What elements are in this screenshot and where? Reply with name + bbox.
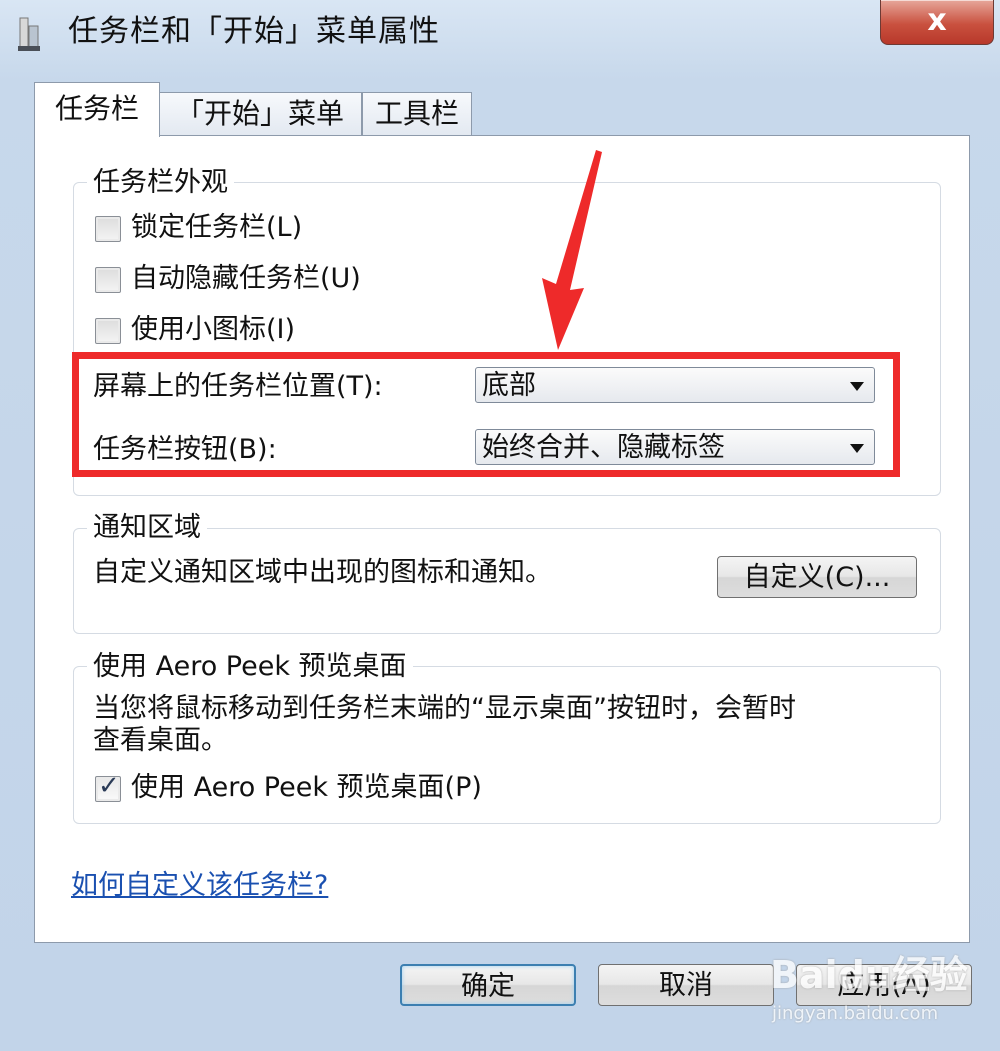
aero-peek-description-line1: 当您将鼠标移动到任务栏末端的“显示桌面”按钮时，会暂时: [93, 693, 796, 724]
tab-toolbars[interactable]: 工具栏: [362, 92, 472, 135]
checkmark-icon: ✓: [98, 771, 120, 801]
taskbar-properties-icon: [18, 17, 40, 51]
aero-peek-description-line2: 查看桌面。: [93, 725, 228, 756]
aero-peek-checkbox-label[interactable]: 使用 Aero Peek 预览桌面(P): [131, 771, 482, 805]
tab-start-menu[interactable]: 「开始」菜单: [158, 92, 362, 135]
lock-taskbar-label[interactable]: 锁定任务栏(L): [131, 211, 302, 245]
aero-peek-title: 使用 Aero Peek 预览桌面: [87, 650, 413, 684]
highlight-rectangle: [72, 352, 900, 477]
auto-hide-label[interactable]: 自动隐藏任务栏(U): [131, 262, 361, 296]
tab-panel: 任务栏外观 锁定任务栏(L) 自动隐藏任务栏(U) 使用小图标(I) 屏幕上的任…: [34, 135, 970, 943]
dialog-window: 任务栏和「开始」菜单属性 x 任务栏 「开始」菜单 工具栏 任务栏外观 锁定任务…: [0, 0, 1000, 1051]
watermark-logo: Baidu经验: [770, 953, 968, 997]
annotation-arrow-icon: [542, 150, 602, 350]
notification-area-description: 自定义通知区域中出现的图标和通知。: [93, 557, 552, 588]
lock-taskbar-checkbox[interactable]: [95, 216, 121, 242]
small-icons-label[interactable]: 使用小图标(I): [131, 313, 295, 347]
cancel-button[interactable]: 取消: [598, 964, 774, 1006]
notification-area-title: 通知区域: [87, 511, 207, 545]
baidu-watermark: Baidu经验 jingyan.baidu.com: [770, 945, 1000, 1035]
auto-hide-checkbox[interactable]: [95, 267, 121, 293]
customize-notifications-button[interactable]: 自定义(C)...: [717, 556, 917, 598]
tab-strip: 任务栏 「开始」菜单 工具栏: [34, 82, 934, 137]
small-icons-checkbox[interactable]: [95, 318, 121, 344]
close-icon: x: [927, 3, 947, 38]
title-bar[interactable]: 任务栏和「开始」菜单属性 x: [0, 0, 1000, 78]
watermark-url: jingyan.baidu.com: [772, 1003, 939, 1024]
window-title: 任务栏和「开始」菜单属性: [68, 14, 440, 49]
ok-button[interactable]: 确定: [400, 964, 576, 1006]
aero-peek-checkbox[interactable]: ✓: [95, 771, 121, 802]
help-link[interactable]: 如何自定义该任务栏?: [71, 869, 328, 903]
close-button[interactable]: x: [880, 0, 994, 45]
taskbar-appearance-title: 任务栏外观: [87, 166, 234, 200]
tab-taskbar[interactable]: 任务栏: [34, 82, 160, 137]
